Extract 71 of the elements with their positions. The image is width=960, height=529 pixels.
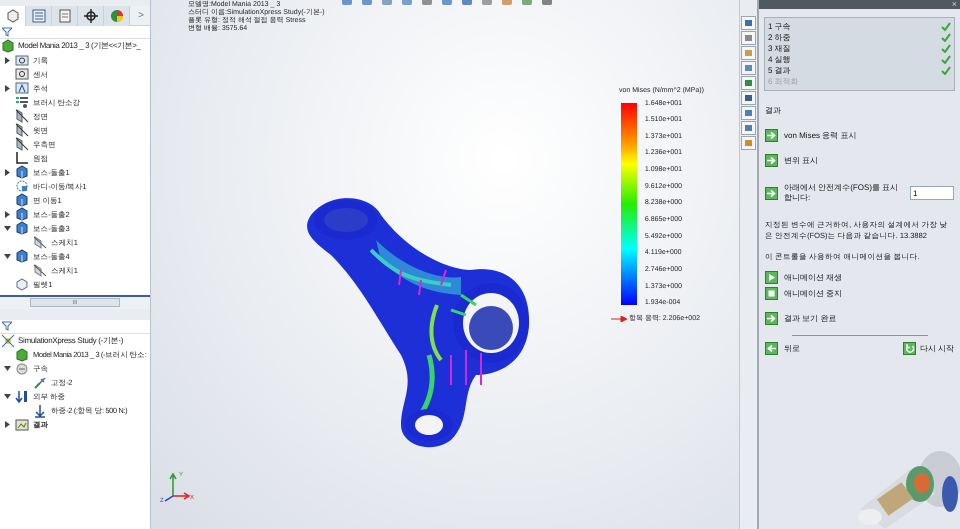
expand-caret-icon[interactable] bbox=[4, 56, 11, 64]
arrow-icon bbox=[610, 316, 627, 322]
plane-icon bbox=[15, 109, 29, 124]
tree-root[interactable]: SimulationXpress Study (-기본-) bbox=[18, 334, 124, 347]
fillet-icon bbox=[15, 277, 29, 292]
feature-icon bbox=[15, 193, 29, 208]
filter-icon[interactable] bbox=[2, 321, 12, 332]
back-link[interactable]: 뒤로 bbox=[784, 342, 800, 355]
arrow-icon bbox=[765, 154, 778, 167]
note-icon bbox=[15, 81, 29, 96]
step-item[interactable]: 4 실행 bbox=[768, 54, 791, 66]
more-tabs-button[interactable]: > bbox=[138, 6, 150, 25]
step-item[interactable]: 5 결과 bbox=[768, 64, 791, 76]
expand-caret-icon[interactable] bbox=[4, 210, 11, 218]
stop-icon bbox=[765, 287, 778, 300]
target-tab[interactable] bbox=[78, 6, 104, 26]
feature-icon bbox=[15, 249, 29, 264]
close-button[interactable]: × bbox=[952, 0, 957, 9]
part-tab[interactable] bbox=[0, 6, 26, 26]
sketch-icon bbox=[33, 235, 47, 250]
fixture-icon bbox=[15, 362, 29, 376]
move-icon bbox=[15, 179, 29, 194]
origin-icon bbox=[15, 151, 29, 166]
sensor-icon bbox=[15, 67, 29, 82]
arrow-icon bbox=[765, 186, 778, 200]
action-link[interactable]: 결과 보기 완료 bbox=[784, 312, 836, 325]
color-tab[interactable] bbox=[104, 6, 130, 26]
section-heading: 결과 bbox=[765, 105, 782, 117]
step-item[interactable]: 1 구속 bbox=[768, 20, 791, 32]
back-icon bbox=[765, 342, 778, 356]
feature-icon bbox=[15, 221, 29, 236]
part-icon bbox=[4, 8, 20, 24]
expand-caret-icon[interactable] bbox=[4, 84, 11, 92]
action-link[interactable]: von Mises 응력 표시 bbox=[784, 130, 856, 142]
config-tab[interactable] bbox=[52, 6, 78, 26]
fixed-icon bbox=[33, 376, 47, 390]
arrow-icon bbox=[765, 312, 778, 326]
arrow-icon bbox=[765, 129, 778, 142]
restart-icon bbox=[902, 342, 916, 356]
plane-icon bbox=[15, 137, 29, 152]
collapse-caret-icon[interactable] bbox=[4, 393, 11, 400]
filter-icon[interactable] bbox=[2, 26, 12, 37]
expand-caret-icon[interactable] bbox=[4, 421, 11, 428]
restart-link[interactable]: 다시 시작 bbox=[920, 342, 954, 355]
feature-icon bbox=[15, 207, 29, 222]
crosshair-icon bbox=[82, 8, 98, 24]
fos-input-field[interactable]: 1 bbox=[910, 186, 954, 200]
collapse-caret-icon[interactable] bbox=[4, 224, 11, 232]
feature-icon bbox=[15, 165, 29, 180]
tree-root[interactable]: Model Mania 2013 _ 3 (기본<<기본>_ bbox=[18, 40, 141, 52]
step-item[interactable]: 3 재질 bbox=[768, 42, 791, 54]
document-icon bbox=[56, 8, 72, 24]
material-icon bbox=[15, 95, 29, 110]
force-icon bbox=[33, 404, 47, 418]
color-wheel-icon bbox=[108, 8, 124, 24]
part-icon bbox=[1, 39, 15, 54]
sketch-icon bbox=[33, 263, 47, 278]
list-tab[interactable] bbox=[26, 6, 52, 26]
action-link[interactable]: 아래에서 안전계수(FOS)를 표시합니다: bbox=[784, 183, 904, 203]
action-link[interactable]: 애니메이션 중지 bbox=[784, 288, 842, 300]
action-link[interactable]: 변위 표시 bbox=[784, 154, 818, 166]
play-icon bbox=[765, 271, 778, 284]
action-link[interactable]: 애니메이션 재생 bbox=[784, 272, 842, 284]
expand-caret-icon[interactable] bbox=[4, 168, 11, 176]
plane-icon bbox=[15, 123, 29, 138]
collapse-caret-icon[interactable] bbox=[4, 365, 11, 372]
collapse-caret-icon[interactable] bbox=[4, 252, 11, 260]
loads-icon bbox=[15, 390, 29, 404]
study-icon bbox=[1, 334, 15, 348]
step-item[interactable]: 2 하중 bbox=[768, 32, 791, 44]
part-icon bbox=[15, 348, 29, 362]
